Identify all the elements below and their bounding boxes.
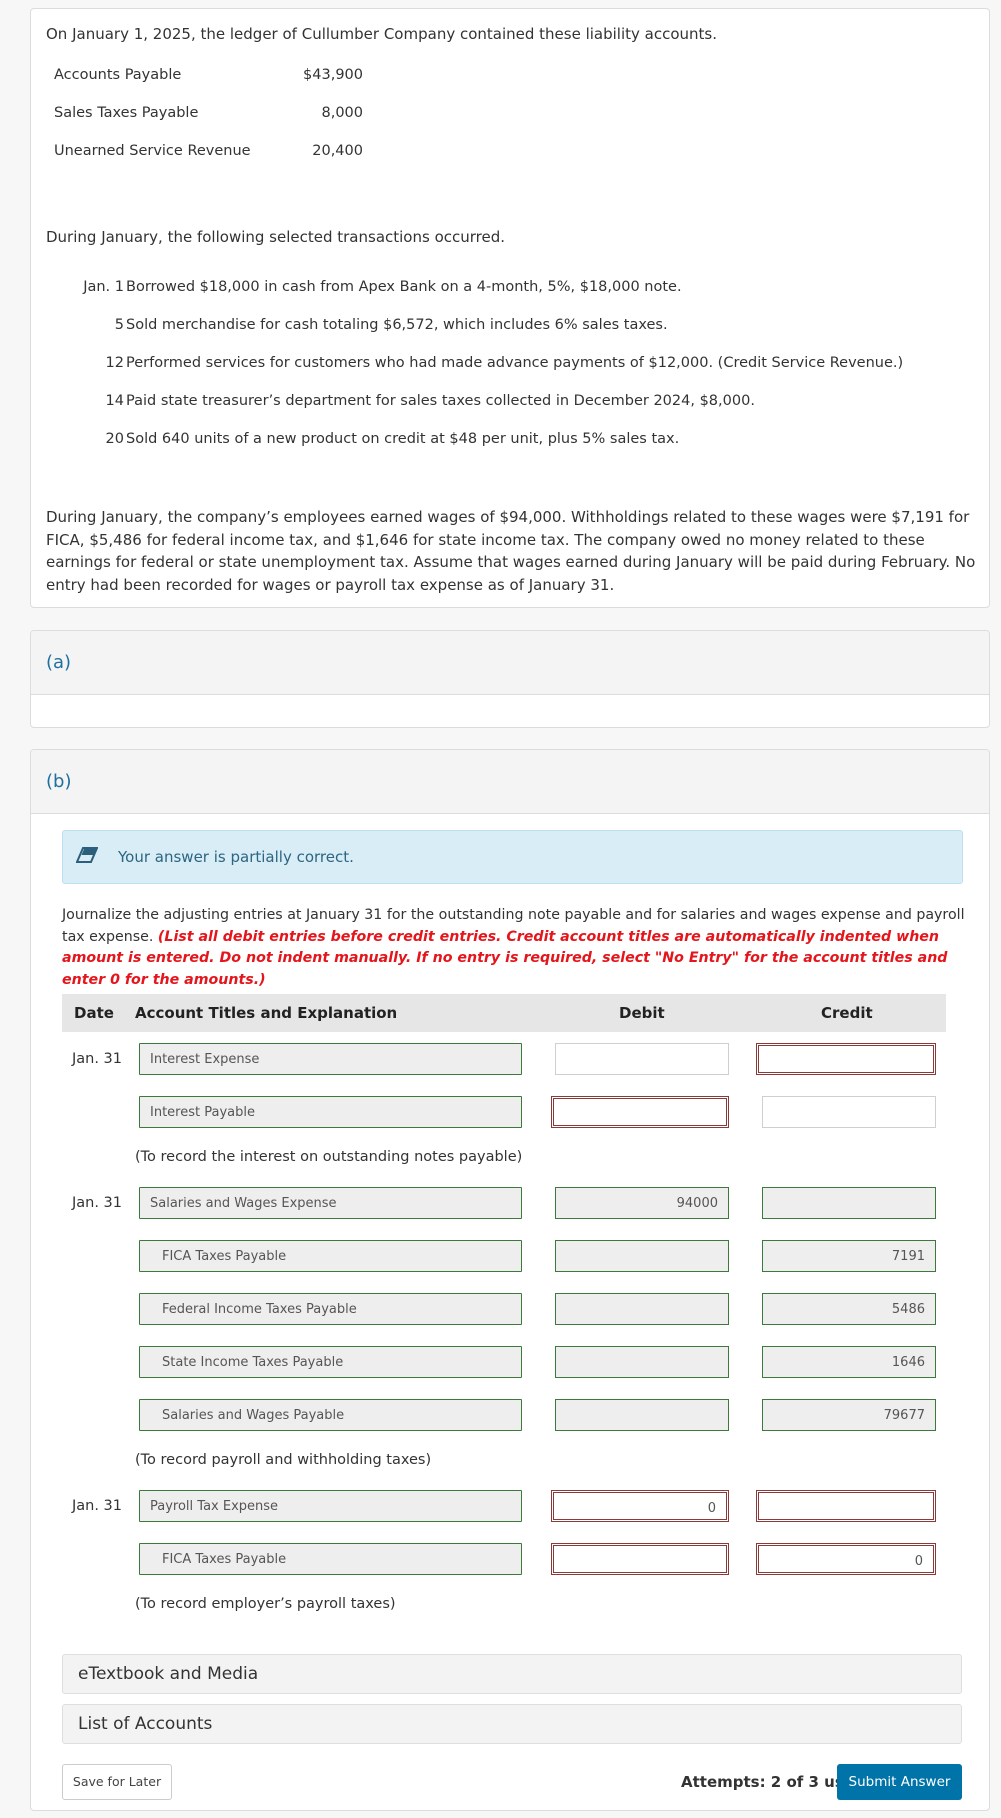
transaction-text: Sold merchandise for cash totaling $6,57…: [126, 317, 668, 333]
eraser-icon: [76, 847, 98, 863]
transaction-date: 14: [105, 393, 124, 409]
debit-input[interactable]: [555, 1293, 729, 1325]
liability-amount: 20,400: [312, 143, 363, 159]
account-field[interactable]: Salaries and Wages Payable: [139, 1399, 522, 1431]
liability-amount: 8,000: [321, 105, 363, 121]
account-field[interactable]: Interest Expense: [139, 1043, 522, 1075]
debit-input[interactable]: 94000: [555, 1187, 729, 1219]
debit-input[interactable]: [555, 1043, 729, 1075]
instructions: Journalize the adjusting entries at Janu…: [62, 905, 967, 991]
feedback-banner: Your answer is partially correct.: [62, 830, 963, 884]
part-a-header[interactable]: (a): [31, 631, 989, 695]
transaction-date: 20: [105, 431, 124, 447]
debit-input[interactable]: 0: [551, 1490, 729, 1522]
account-field[interactable]: FICA Taxes Payable: [139, 1240, 522, 1272]
debit-input[interactable]: [555, 1240, 729, 1272]
liability-name: Unearned Service Revenue: [54, 143, 251, 159]
part-b-header[interactable]: (b): [31, 750, 989, 814]
transaction-text: Borrowed $18,000 in cash from Apex Bank …: [126, 279, 682, 295]
part-a-label: (a): [46, 652, 72, 673]
account-field[interactable]: Salaries and Wages Expense: [139, 1187, 522, 1219]
entry-note: (To record payroll and withholding taxes…: [135, 1452, 432, 1468]
entry-date: Jan. 31: [71, 1195, 122, 1211]
part-a-card: (a): [30, 630, 990, 728]
account-field[interactable]: Interest Payable: [139, 1096, 522, 1128]
transaction-text: Performed services for customers who had…: [126, 355, 904, 371]
debit-input[interactable]: [555, 1346, 729, 1378]
credit-input[interactable]: 1646: [762, 1346, 936, 1378]
liability-amount: $43,900: [303, 67, 363, 83]
save-for-later-button[interactable]: Save for Later: [62, 1764, 172, 1800]
credit-input[interactable]: 0: [756, 1543, 936, 1575]
journal-header: Date Account Titles and Explanation Debi…: [62, 994, 946, 1032]
account-field[interactable]: Federal Income Taxes Payable: [139, 1293, 522, 1325]
header-account: Account Titles and Explanation: [135, 1004, 398, 1022]
transaction-text: Paid state treasurer’s department for sa…: [126, 393, 755, 409]
transaction-text: Sold 640 units of a new product on credi…: [126, 431, 680, 447]
part-b-card: (b) Your answer is partially correct. Jo…: [30, 749, 990, 1811]
etextbook-section[interactable]: eTextbook and Media: [62, 1654, 962, 1694]
instructions-note: (List all debit entries before credit en…: [62, 928, 948, 988]
transaction-date: 12: [105, 355, 124, 371]
liability-name: Accounts Payable: [54, 67, 182, 83]
credit-input[interactable]: [756, 1043, 936, 1075]
transaction-date: Jan. 1: [83, 279, 124, 295]
liability-name: Sales Taxes Payable: [54, 105, 199, 121]
header-credit: Credit: [821, 1004, 873, 1022]
feedback-text: Your answer is partially correct.: [118, 848, 354, 866]
entry-note: (To record the interest on outstanding n…: [135, 1149, 523, 1165]
entry-note: (To record employer’s payroll taxes): [135, 1596, 396, 1612]
account-field[interactable]: FICA Taxes Payable: [139, 1543, 522, 1575]
header-date: Date: [74, 1004, 114, 1022]
transaction-date: 5: [114, 317, 124, 333]
credit-input[interactable]: [762, 1096, 936, 1128]
list-of-accounts-section[interactable]: List of Accounts: [62, 1704, 962, 1744]
submit-answer-button[interactable]: Submit Answer: [837, 1764, 962, 1800]
wages-paragraph: During January, the company’s employees …: [46, 508, 976, 594]
credit-input[interactable]: [762, 1187, 936, 1219]
problem-card: On January 1, 2025, the ledger of Cullum…: [30, 8, 990, 608]
credit-input[interactable]: [756, 1490, 936, 1522]
credit-input[interactable]: 7191: [762, 1240, 936, 1272]
credit-input[interactable]: 5486: [762, 1293, 936, 1325]
credit-input[interactable]: 79677: [762, 1399, 936, 1431]
debit-input[interactable]: [551, 1543, 729, 1575]
part-b-label: (b): [46, 771, 72, 792]
account-field[interactable]: State Income Taxes Payable: [139, 1346, 522, 1378]
debit-input[interactable]: [555, 1399, 729, 1431]
debit-input[interactable]: [551, 1096, 729, 1128]
header-debit: Debit: [619, 1004, 665, 1022]
entry-date: Jan. 31: [71, 1051, 122, 1067]
account-field[interactable]: Payroll Tax Expense: [139, 1490, 522, 1522]
entry-date: Jan. 31: [71, 1498, 122, 1514]
transactions-intro: During January, the following selected t…: [46, 228, 506, 246]
problem-intro: On January 1, 2025, the ledger of Cullum…: [46, 25, 718, 43]
